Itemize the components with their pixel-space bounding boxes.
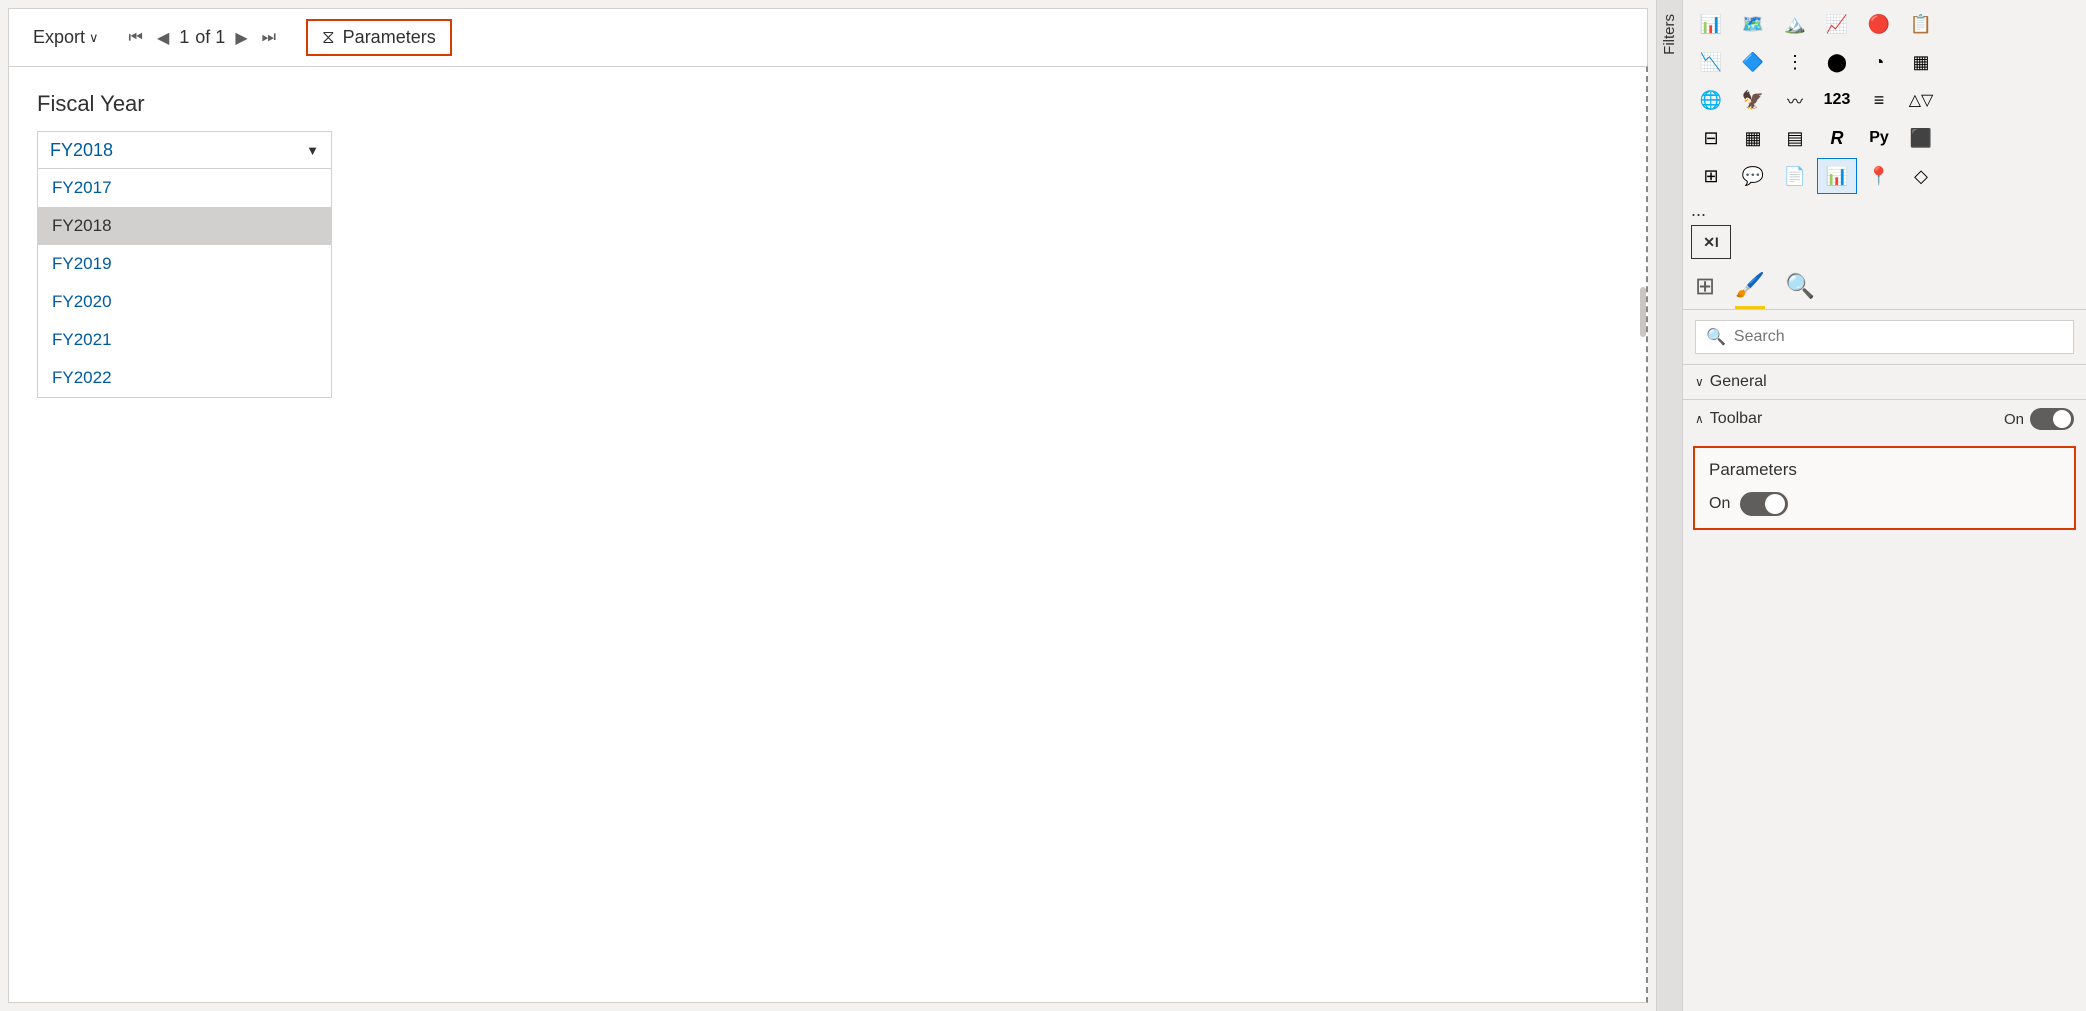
list-item[interactable]: FY2018 [38, 207, 331, 245]
more-dots[interactable]: ... [1691, 196, 2078, 225]
parameters-toggle-switch[interactable] [1740, 492, 1788, 516]
icon-row-5: ⊞ 💬 📄 📊 📍 ◇ [1691, 158, 2078, 194]
toolbar-section-chevron-icon: ∧ [1695, 412, 1704, 426]
filters-tab-label[interactable]: Filters [1658, 10, 1681, 59]
icon-donut[interactable]: ◔ [1859, 44, 1899, 80]
icon-paginated[interactable]: 📄 [1775, 158, 1815, 194]
general-section-header[interactable]: ∨ General [1683, 364, 2086, 399]
icon-treemap[interactable]: ▦ [1901, 44, 1941, 80]
icon-globe[interactable]: 🌐 [1691, 82, 1731, 118]
icon-metrics[interactable]: 📊 [1817, 158, 1857, 194]
icon-slicer[interactable]: ≡ [1859, 82, 1899, 118]
toolbar-section-header[interactable]: ∧ Toolbar On [1683, 399, 2086, 438]
of-label: of 1 [195, 27, 225, 48]
parameters-filter-icon: ⧖ [322, 27, 335, 48]
fiscal-year-dropdown-list: FY2017 FY2018 FY2019 FY2020 FY2021 FY202… [37, 169, 332, 398]
search-input[interactable] [1734, 328, 2063, 346]
tab-fields[interactable]: ⊞ [1695, 272, 1715, 309]
icon-azure-map[interactable]: ⬛ [1901, 120, 1941, 156]
icon-kpi[interactable]: 🦅 [1733, 82, 1773, 118]
export-button[interactable]: Export ∨ [25, 23, 107, 52]
icon-line-chart[interactable]: 📈 [1817, 6, 1857, 42]
scroll-indicator[interactable] [1640, 287, 1646, 337]
icon-pie[interactable]: ⬤ [1817, 44, 1857, 80]
list-item[interactable]: FY2019 [38, 245, 331, 283]
icon-matrix2[interactable]: ▦ [1733, 120, 1773, 156]
selected-value: FY2018 [50, 140, 113, 161]
tab-analytics[interactable]: 🔍 [1785, 272, 1815, 309]
icon-arcgis[interactable]: 📍 [1859, 158, 1899, 194]
toolbar-toggle-group: On [2004, 408, 2074, 430]
icon-row-4: ⊟ ▦ ▤ R Py ⬛ [1691, 120, 2078, 156]
right-side-panel: Filters 📊 🗺️ 🏔️ 📈 🔴 📋 📉 🔷 [1656, 0, 2086, 1011]
visualization-grid: 📊 🗺️ 🏔️ 📈 🔴 📋 📉 🔷 ⋮ ⬤ ◔ ▦ [1683, 0, 2086, 265]
icon-row-2: 📉 🔷 ⋮ ⬤ ◔ ▦ [1691, 44, 2078, 80]
toolbar-toggle-on-label: On [2004, 411, 2024, 428]
search-box[interactable]: 🔍 [1695, 320, 2074, 354]
current-page: 1 [179, 27, 189, 48]
export-label: Export [33, 27, 85, 48]
page-navigation: ⏮ ◀ 1 of 1 ▶ ⏭ [125, 26, 280, 50]
icon-table[interactable]: 📋 [1901, 6, 1941, 42]
list-item[interactable]: FY2020 [38, 283, 331, 321]
icon-smart-narrative[interactable]: ⊞ [1691, 158, 1731, 194]
filters-sidebar: Filters [1657, 0, 1683, 1011]
icon-gauge[interactable]: 〰 [1775, 82, 1815, 118]
icon-scatter[interactable]: 🔴 [1859, 6, 1899, 42]
general-chevron-icon: ∨ [1695, 375, 1704, 389]
report-toolbar: Export ∨ ⏮ ◀ 1 of 1 ▶ ⏭ ⧖ Parameters [8, 8, 1648, 66]
dropdown-arrow-icon: ▼ [306, 143, 319, 158]
icon-funnel[interactable]: 🔷 [1733, 44, 1773, 80]
icon-r-visual[interactable]: R [1817, 120, 1857, 156]
icon-row-1: 📊 🗺️ 🏔️ 📈 🔴 📋 [1691, 6, 2078, 42]
icon-map[interactable]: 🗺️ [1733, 6, 1773, 42]
icon-qa[interactable]: 💬 [1733, 158, 1773, 194]
toolbar-toggle-thumb [2053, 410, 2071, 428]
last-page-button[interactable]: ⏭ [258, 27, 280, 49]
list-item[interactable]: FY2022 [38, 359, 331, 397]
fiscal-year-dropdown-selected[interactable]: FY2018 ▼ [37, 131, 332, 169]
toolbar-toggle-switch[interactable] [2030, 408, 2074, 430]
parameters-toolbar-button[interactable]: ⧖ Parameters [306, 19, 452, 56]
first-page-button[interactable]: ⏮ [125, 27, 147, 49]
list-item[interactable]: FY2017 [38, 169, 331, 207]
export-chevron: ∨ [89, 30, 99, 46]
report-area: Export ∨ ⏮ ◀ 1 of 1 ▶ ⏭ ⧖ Parameters Fis… [0, 0, 1656, 1011]
prev-page-button[interactable]: ◀ [153, 26, 173, 50]
parameters-toggle-row: On [1709, 492, 2060, 516]
report-canvas: Fiscal Year FY2018 ▼ FY2017 FY2018 FY201… [8, 66, 1648, 1003]
parameters-section-title: Parameters [1709, 460, 2060, 480]
icon-filter2[interactable]: ⊟ [1691, 120, 1731, 156]
parameters-button-label: Parameters [343, 27, 436, 48]
panel-tabs: ⊞ 🖌️ 🔍 [1683, 265, 2086, 310]
fiscal-year-dropdown-container: FY2018 ▼ FY2017 FY2018 FY2019 FY2020 FY2… [37, 131, 332, 169]
search-icon: 🔍 [1706, 327, 1726, 347]
icon-bar-chart[interactable]: 📊 [1691, 6, 1731, 42]
icon-python-visual[interactable]: Py [1859, 120, 1899, 156]
toolbar-section-label: Toolbar [1710, 410, 1762, 428]
icon-table2[interactable]: ▤ [1775, 120, 1815, 156]
icon-matrix[interactable]: ⋮ [1775, 44, 1815, 80]
parameters-on-label: On [1709, 495, 1730, 513]
next-page-button[interactable]: ▶ [231, 26, 251, 50]
icon-card[interactable]: 123 [1817, 82, 1857, 118]
icon-row-3: 🌐 🦅 〰 123 ≡ △▽ [1691, 82, 2078, 118]
fiscal-year-label: Fiscal Year [37, 91, 1618, 117]
general-label: General [1710, 373, 1767, 391]
xi-badge[interactable]: ✕I [1691, 225, 1731, 259]
parameters-section: Parameters On [1693, 446, 2076, 530]
tab-format[interactable]: 🖌️ [1735, 271, 1765, 309]
viz-properties-panel: 📊 🗺️ 🏔️ 📈 🔴 📋 📉 🔷 ⋮ ⬤ ◔ ▦ [1683, 0, 2086, 1011]
icon-area-chart[interactable]: 🏔️ [1775, 6, 1815, 42]
icon-shape[interactable]: ◇ [1901, 158, 1941, 194]
list-item[interactable]: FY2021 [38, 321, 331, 359]
icon-waterfall[interactable]: 📉 [1691, 44, 1731, 80]
icon-decomp[interactable]: △▽ [1901, 82, 1941, 118]
